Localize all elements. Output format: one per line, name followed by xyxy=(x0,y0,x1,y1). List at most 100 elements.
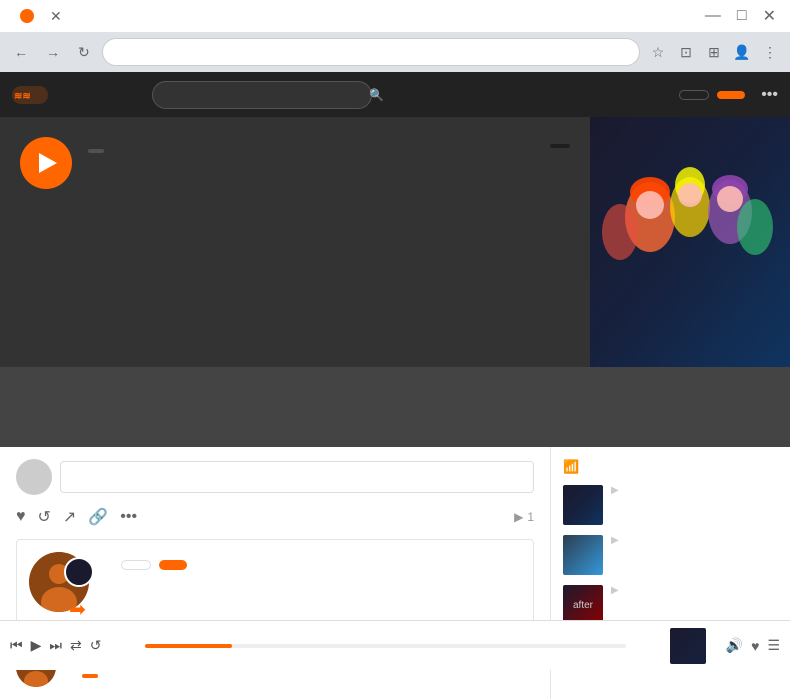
related-info-1: ▶ xyxy=(611,485,778,496)
follow-avatar-small xyxy=(64,557,94,587)
related-thumb-3: after xyxy=(563,585,603,625)
comment-bar xyxy=(16,459,534,495)
soundcloud-logo-icon: ≋≋ xyxy=(12,86,48,104)
url-input[interactable] xyxy=(102,38,640,66)
action-bar: ♥ ↺ ↗ 🔗 ••• ▶ 1 xyxy=(16,507,534,527)
hero-image xyxy=(590,117,790,367)
play-icon: ▶ xyxy=(514,510,523,524)
volume-button[interactable]: 🔊 xyxy=(726,637,743,654)
browser-chrome: ✕ — □ ✕ ← → ↻ ☆ ⊡ ⊞ 👤 ⋮ xyxy=(0,0,790,72)
related-header: 📶 xyxy=(563,459,778,475)
related-info-3: ▶ xyxy=(611,585,778,596)
minimize-button[interactable]: — xyxy=(699,7,727,25)
create-account-button[interactable] xyxy=(717,91,745,99)
soundcloud-logo[interactable]: ≋≋ xyxy=(12,86,54,104)
play-triangle-3: ▶ xyxy=(611,585,619,596)
share-button[interactable]: ↗ xyxy=(63,507,76,527)
shuffle-button[interactable]: ⇄ xyxy=(70,637,82,654)
related-thumb-2 xyxy=(563,535,603,575)
hero-artwork-svg xyxy=(590,117,790,367)
profile-icon[interactable]: 👤 xyxy=(730,40,754,64)
hero-left xyxy=(0,117,590,367)
more-button[interactable]: ••• xyxy=(120,508,137,526)
close-button[interactable]: ✕ xyxy=(757,6,782,26)
repost-button[interactable]: ↺ xyxy=(38,507,51,527)
related-info-2: ▶ xyxy=(611,535,778,546)
thumb-text: after xyxy=(573,600,593,611)
link-button[interactable]: 🔗 xyxy=(88,507,108,527)
soundcloud-navbar: ≋≋ 🔍 ••• xyxy=(0,72,790,117)
playlist-button[interactable]: ☰ xyxy=(767,637,780,654)
comment-input[interactable] xyxy=(60,461,534,493)
next-button[interactable]: ⏭ xyxy=(49,637,62,654)
search-wrapper: 🔍 xyxy=(152,81,669,109)
signin-button[interactable] xyxy=(679,90,709,100)
back-button[interactable]: ← xyxy=(8,40,34,64)
arrow-indicator: ➡ xyxy=(69,597,86,622)
address-bar: ← → ↻ ☆ ⊡ ⊞ 👤 ⋮ xyxy=(0,32,790,72)
follow-text xyxy=(121,552,521,570)
progress-bar[interactable] xyxy=(145,644,625,648)
maximize-button[interactable]: □ xyxy=(731,7,753,25)
waveform-icon: 📶 xyxy=(563,459,579,475)
bookmark-icon[interactable]: ☆ xyxy=(646,40,670,64)
refresh-button[interactable]: ↻ xyxy=(72,40,96,65)
address-actions: ☆ ⊡ ⊞ 👤 ⋮ xyxy=(646,40,782,64)
hero-artwork xyxy=(590,117,790,367)
related-track-1: ▶ xyxy=(563,485,778,525)
play-count: ▶ 1 xyxy=(514,510,534,524)
extension-icon[interactable]: ⊞ xyxy=(702,40,726,64)
search-icon: 🔍 xyxy=(369,88,384,102)
follow-signin-button[interactable] xyxy=(121,560,151,570)
repeat-button[interactable]: ↺ xyxy=(90,637,102,654)
play-triangle-2: ▶ xyxy=(611,535,619,546)
related-title: 📶 xyxy=(563,459,583,475)
follow-avatars: ➡ xyxy=(29,552,109,622)
hero-play-button[interactable] xyxy=(20,137,72,189)
nav-feed[interactable] xyxy=(94,72,118,117)
search-container: 🔍 xyxy=(152,81,392,109)
menu-icon[interactable]: ⋮ xyxy=(758,40,782,64)
like-button[interactable]: ♥ xyxy=(16,508,26,526)
waveform[interactable]: // Generate waveform bars inline const h… xyxy=(56,377,734,437)
related-track-2: ▶ xyxy=(563,535,778,575)
hero-tag[interactable] xyxy=(550,144,570,148)
forward-button[interactable]: → xyxy=(40,40,66,64)
tab-close-button[interactable]: ✕ xyxy=(50,8,62,25)
user-avatar-comment xyxy=(16,459,52,495)
related-thumb-1 xyxy=(563,485,603,525)
follow-actions xyxy=(121,560,521,570)
prev-button[interactable]: ⏮ xyxy=(10,637,23,654)
bottom-player: ⏮ ▶ ⏭ ⇄ ↺ 🔊 ♥ ☰ xyxy=(0,620,790,670)
tab-bar: ✕ — □ ✕ xyxy=(0,0,790,32)
player-thumbnail xyxy=(670,628,706,664)
progress-fill xyxy=(145,644,231,648)
player-right-buttons: 🔊 ♥ ☰ xyxy=(726,637,780,654)
active-tab[interactable]: ✕ xyxy=(8,2,74,30)
hero-author[interactable] xyxy=(88,149,104,153)
related-play-2: ▶ xyxy=(611,535,778,546)
play-number: 1 xyxy=(527,510,534,524)
search-input[interactable] xyxy=(152,81,372,109)
nav-right: ••• xyxy=(679,86,778,104)
follow-button[interactable] xyxy=(82,674,98,678)
follow-create-button[interactable] xyxy=(159,560,187,570)
player-play-button[interactable]: ▶ xyxy=(31,637,42,654)
svg-text:≋≋: ≋≋ xyxy=(14,91,31,102)
tab-favicon xyxy=(20,9,34,23)
cast-icon[interactable]: ⊡ xyxy=(674,40,698,64)
comment-stats xyxy=(66,674,534,678)
related-play-1: ▶ xyxy=(611,485,778,496)
player-progress xyxy=(111,644,659,648)
player-controls: ⏮ ▶ ⏭ ⇄ ↺ xyxy=(10,637,101,654)
nav-home[interactable] xyxy=(70,72,94,117)
more-options-button[interactable]: ••• xyxy=(761,86,778,104)
waveform-area: // Generate waveform bars inline const h… xyxy=(0,367,790,447)
related-play-3: ▶ xyxy=(611,585,778,596)
nav-library[interactable] xyxy=(118,72,142,117)
hero-section xyxy=(0,117,790,367)
heart-button[interactable]: ♥ xyxy=(751,638,759,654)
window-controls: — □ ✕ xyxy=(699,6,782,26)
related-track-3: after ▶ xyxy=(563,585,778,625)
play-triangle-1: ▶ xyxy=(611,485,619,496)
